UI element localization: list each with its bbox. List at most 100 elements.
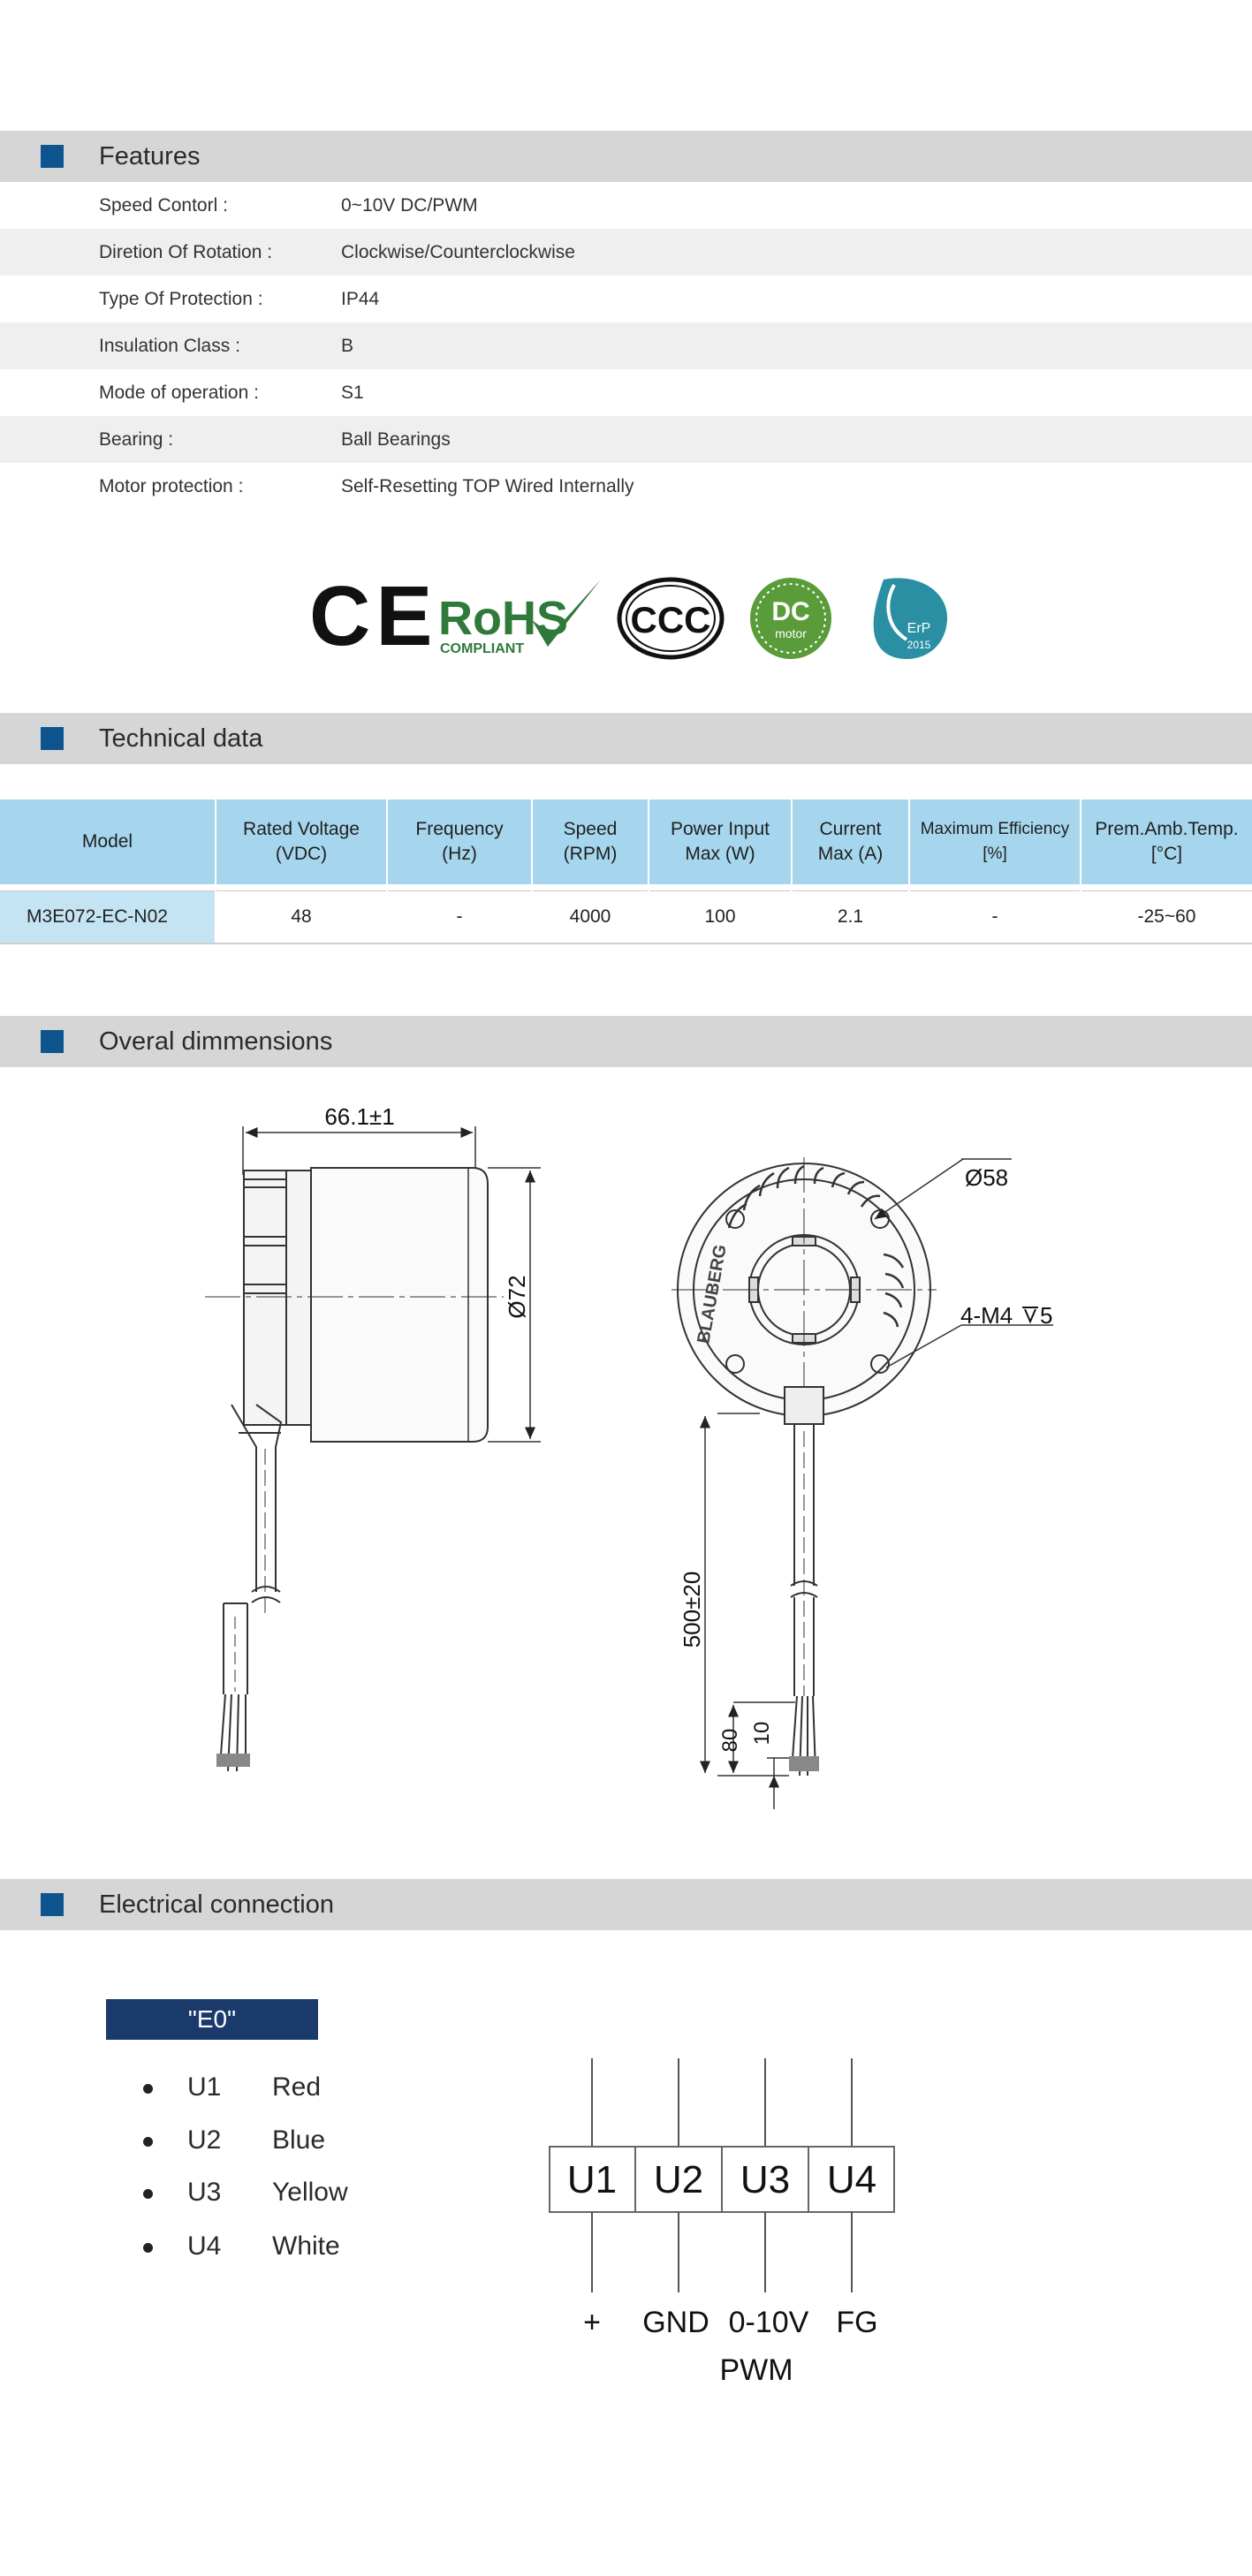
strip-length-label: 80 (718, 1729, 742, 1753)
svg-text:2015: 2015 (907, 639, 931, 651)
wire-code: U3 (187, 2178, 222, 2207)
wire-color: Yellow (272, 2178, 348, 2207)
header-line: Rated Voltage (243, 819, 360, 839)
column-header: Frequency (Hz) (388, 799, 531, 884)
column-divider (908, 799, 910, 937)
feature-label: Speed Contorl : (99, 195, 228, 216)
column-divider (531, 799, 533, 937)
mount-depth-label: 5 (1040, 1302, 1052, 1329)
column-header: Speed (RPM) (533, 799, 648, 884)
wire-color: White (272, 2231, 340, 2261)
feature-label: Type Of Protection : (99, 289, 263, 309)
header-line: Current (819, 819, 882, 839)
value-cell: 48 (291, 906, 312, 927)
features-title: Features (99, 142, 201, 170)
feature-value: Clockwise/Counterclockwise (341, 242, 575, 262)
wire-code: U2 (187, 2125, 222, 2155)
bullet-icon (143, 2243, 153, 2253)
certification-logos: CE RoHS COMPLIANT CCC DC motor ErP 2015 (309, 569, 948, 663)
ccc-mark-icon: CCC (617, 577, 725, 660)
value-cell: 4000 (569, 906, 611, 927)
bullet-icon (143, 2137, 153, 2147)
electrical-header: Electrical connection (0, 1879, 1252, 1930)
terminal-label: U2 (654, 2158, 703, 2201)
technical-table-row: M3E072-EC-N02 48 - 4000 100 2.1 - -25~60 (0, 890, 1252, 944)
technical-table-header: Model Rated Voltage (VDC) Frequency (Hz)… (0, 799, 1252, 884)
column-header: Maximum Efficiency [%] (910, 799, 1080, 884)
svg-text:motor: motor (775, 626, 807, 640)
terminal-label: U1 (567, 2158, 617, 2201)
value-cell: 100 (704, 906, 736, 927)
wire-code: U4 (187, 2231, 222, 2261)
bullet-icon (143, 2189, 153, 2199)
model-cell: M3E072-EC-N02 (27, 906, 168, 927)
signal-label: + (583, 2306, 601, 2339)
dimensions-title: Overal dimmensions (99, 1027, 333, 1056)
mount-thread-label: 4-M4 (960, 1302, 1013, 1329)
svg-text:CCC: CCC (631, 599, 711, 640)
feature-row: Bearing : Ball Bearings (0, 416, 1252, 463)
header-line: Max (W) (685, 844, 755, 864)
section-marker-icon (41, 1030, 64, 1053)
feature-row: Insulation Class : B (0, 322, 1252, 369)
feature-value: B (341, 336, 354, 356)
column-header: Current Max (A) (793, 799, 908, 884)
section-marker-icon (41, 1893, 64, 1916)
dc-motor-icon: DC motor (750, 578, 831, 659)
feature-row: Mode of operation : S1 (0, 369, 1252, 416)
feature-row: Motor protection : Self-Resetting TOP Wi… (0, 463, 1252, 510)
column-divider (215, 799, 216, 937)
mount-diameter-label: Ø58 (965, 1164, 1008, 1191)
feature-value: 0~10V DC/PWM (341, 195, 478, 216)
value-cell: - (456, 906, 463, 927)
feature-label: Mode of operation : (99, 383, 259, 403)
erp-2015-icon: ErP 2015 (873, 578, 948, 660)
connection-type-label: "E0" (106, 1999, 318, 2040)
header-line: [%] (983, 845, 1007, 863)
header-line: Speed (563, 819, 618, 839)
terminal-label: U3 (740, 2158, 790, 2201)
column-header: Model (0, 799, 215, 884)
feature-label: Insulation Class : (99, 336, 240, 356)
header-line: (VDC) (275, 844, 328, 864)
feature-label: Bearing : (99, 429, 174, 450)
feature-label: Diretion Of Rotation : (99, 242, 273, 262)
length-dimension-label: 66.1±1 (324, 1103, 394, 1130)
dimension-drawing: 66.1±1 Ø72 BLAUBERG Ø58 4-M4 5 500±20 80… (205, 1103, 1053, 1809)
value-cell: - (991, 906, 998, 927)
wire-code: U1 (187, 2072, 222, 2102)
features-header: Features (0, 131, 1252, 182)
feature-row: Diretion Of Rotation : Clockwise/Counter… (0, 229, 1252, 276)
cable-length-label: 500±20 (679, 1572, 705, 1648)
column-divider (648, 799, 649, 937)
header-line: Max (A) (817, 844, 884, 864)
column-header: Power Input Max (W) (649, 799, 791, 884)
body-diameter-label: Ø72 (504, 1275, 530, 1318)
feature-value: Self-Resetting TOP Wired Internally (341, 476, 634, 496)
signal-label: FG (836, 2306, 877, 2339)
header-line: Frequency (415, 819, 504, 839)
svg-text:COMPLIANT: COMPLIANT (440, 641, 524, 656)
column-divider (1080, 799, 1081, 937)
column-header: Prem.Amb.Temp. [°C] (1081, 799, 1252, 884)
header-line: Power Input (670, 819, 770, 839)
feature-row: Type Of Protection : IP44 (0, 276, 1252, 322)
terminal-label: U4 (827, 2158, 876, 2201)
signal-label: GND (642, 2306, 709, 2339)
feature-value: S1 (341, 383, 364, 403)
bullet-icon (143, 2084, 153, 2094)
electrical-title: Electrical connection (99, 1890, 334, 1919)
signal-label: 0-10V (729, 2306, 809, 2339)
dimensions-header: Overal dimmensions (0, 1016, 1252, 1067)
terminal-diagram: U1 U2 U3 U4 + GND 0-10V FG PWM (549, 2058, 895, 2387)
feature-label: Motor protection : (99, 476, 244, 496)
value-cell: -25~60 (1137, 906, 1196, 927)
svg-text:DC: DC (771, 597, 809, 626)
value-cell: 2.1 (837, 906, 864, 927)
header-line: Prem.Amb.Temp. (1095, 819, 1239, 839)
column-divider (386, 799, 388, 937)
rohs-compliant-icon: RoHS COMPLIANT (438, 580, 601, 656)
header-line: Model (81, 831, 133, 852)
wire-color: Red (272, 2072, 322, 2102)
section-marker-icon (41, 727, 64, 750)
